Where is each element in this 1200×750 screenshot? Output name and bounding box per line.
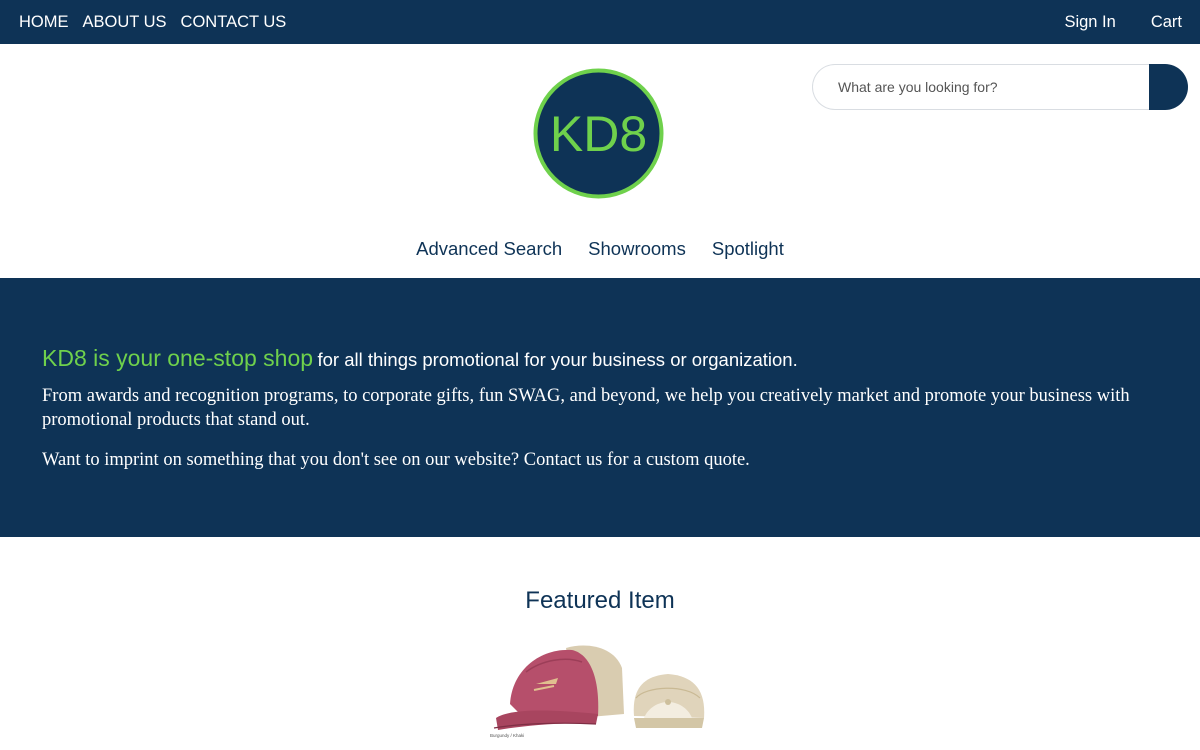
secondary-navigation: Advanced Search Showrooms Spotlight [0,238,1200,264]
product-caption: Burgundy / Khaki [490,733,524,738]
hero-lead-text: for all things promotional for your busi… [317,349,798,370]
kd8-logo[interactable]: KD8 [533,68,664,199]
search-button[interactable] [1149,64,1188,110]
search-input[interactable] [812,64,1150,110]
advanced-search-link[interactable]: Advanced Search [416,238,562,264]
featured-item-heading: Featured Item [525,587,675,614]
logo-text: KD8 [550,106,647,162]
hero-lead: KD8 is your one-stop shop for all things… [42,345,798,372]
hero-paragraph-2: Want to imprint on something that you do… [42,450,750,470]
account-links: Sign In Cart [1064,0,1182,44]
sign-in-link[interactable]: Sign In [1064,13,1115,32]
showrooms-link[interactable]: Showrooms [588,238,686,264]
hero-paragraph-1: From awards and recognition programs, to… [42,386,1130,430]
spotlight-link[interactable]: Spotlight [712,238,784,264]
hero-banner: KD8 is your one-stop shop for all things… [0,278,1200,537]
cart-link[interactable]: Cart [1151,13,1182,32]
top-navigation-bar: HOME ABOUT US CONTACT US Sign In Cart [0,0,1200,44]
nav-home-link[interactable]: HOME [19,13,69,32]
cap-side-view [493,645,624,730]
featured-product-image[interactable]: Burgundy / Khaki [486,638,710,750]
hero-lead-highlight: KD8 is your one-stop shop [42,345,314,371]
nav-contact-us-link[interactable]: CONTACT US [181,13,287,32]
cap-back-view [633,674,705,728]
nav-about-us-link[interactable]: ABOUT US [83,13,167,32]
search-bar [812,64,1188,110]
top-nav-links: HOME ABOUT US CONTACT US [19,0,286,44]
